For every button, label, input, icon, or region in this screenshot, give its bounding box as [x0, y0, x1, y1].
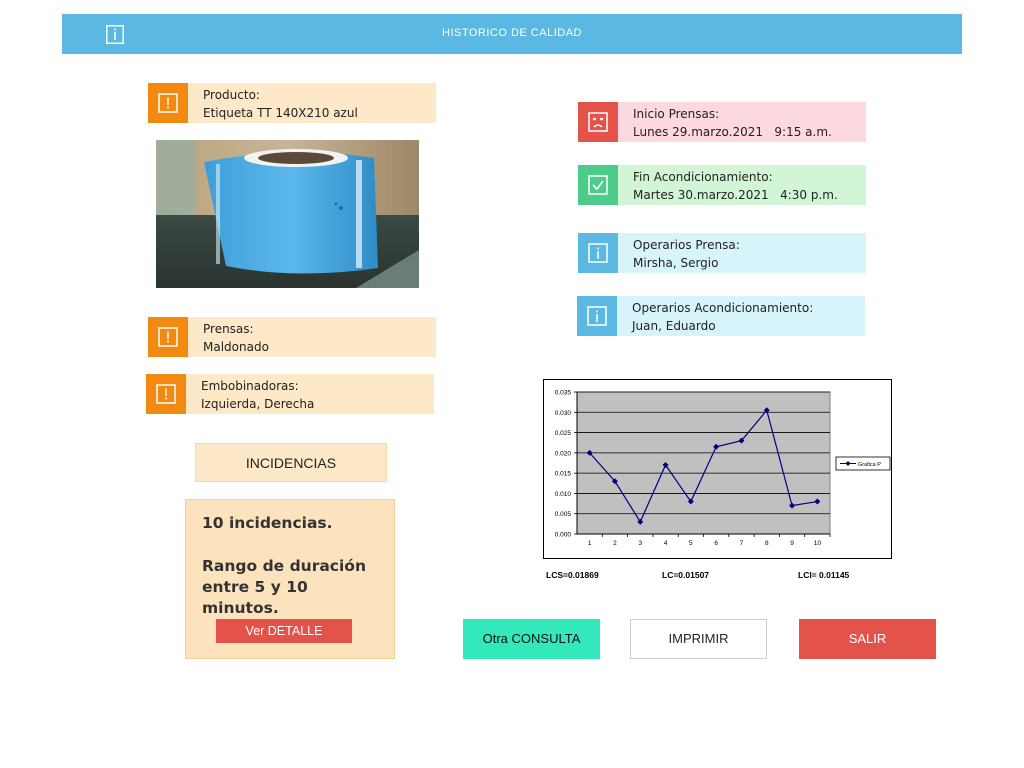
sad-face-icon: [578, 102, 618, 142]
salir-button[interactable]: SALIR: [799, 619, 936, 659]
info-icon: [578, 233, 618, 273]
incidencias-title: INCIDENCIAS: [195, 443, 387, 482]
incidencias-range: Rango de duración entre 5 y 10 minutos.: [202, 557, 366, 617]
quality-chart: 0.000 0.005 0.010 0.015 0.020 0.025 0.030 0.035…: [543, 379, 892, 559]
y-tick-label: 0.010: [555, 491, 572, 498]
y-tick-label: 0.015: [555, 471, 572, 478]
lcs-stat: LCS=0.01869: [546, 570, 599, 580]
operarios-acond-label: Operarios Acondicionamiento:: [632, 301, 814, 315]
info-icon: [577, 296, 617, 336]
header-bar: HISTORICO DE CALIDAD: [62, 14, 962, 54]
x-tick-label: 2: [613, 540, 617, 547]
operarios-prensa-label: Operarios Prensa:: [633, 238, 740, 252]
page-title: HISTORICO DE CALIDAD: [442, 27, 582, 39]
fin-acondicionamiento-card: Fin Acondicionamiento: Martes 30.marzo.2…: [578, 165, 866, 205]
producto-label: Producto:: [203, 88, 260, 102]
y-tick-label: 0.005: [555, 511, 572, 518]
incidencias-count: 10 incidencias.: [202, 514, 333, 532]
alert-icon: [148, 83, 188, 123]
operarios-prensa-value: Mirsha, Sergio: [633, 256, 719, 270]
x-tick-label: 7: [740, 540, 744, 547]
lc-stat: LC=0.01507: [662, 570, 710, 580]
alert-icon: [146, 374, 186, 414]
x-tick-label: 1: [588, 540, 592, 547]
x-tick-label: 8: [765, 540, 769, 547]
imprimir-button[interactable]: IMPRIMIR: [630, 619, 767, 659]
y-tick-label: 0.035: [555, 390, 572, 397]
fin-acond-value: Martes 30.marzo.2021 4:30 p.m.: [633, 188, 838, 202]
y-tick-label: 0.030: [555, 410, 572, 417]
chart-svg: 0.000 0.005 0.010 0.015 0.020 0.025 0.030 0.035…: [555, 390, 891, 547]
embobinadoras-value: Izquierda, Derecha: [201, 397, 315, 411]
embobinadoras-label: Embobinadoras:: [201, 379, 299, 393]
x-tick-label: 4: [664, 540, 668, 547]
operarios-acond-value: Juan, Eduardo: [632, 319, 716, 333]
x-tick-label: 3: [638, 540, 642, 547]
operarios-acond-card: Operarios Acondicionamiento: Juan, Eduar…: [577, 296, 865, 336]
producto-card: Producto: Etiqueta TT 140X210 azul: [148, 83, 436, 123]
lci-stat: LCI= 0.01145: [798, 570, 850, 580]
y-tick-label: 0.025: [555, 430, 572, 437]
inicio-prensas-card: Inicio Prensas: Lunes 29.marzo.2021 9:15…: [578, 102, 866, 142]
prensas-value: Maldonado: [203, 340, 269, 354]
inicio-prensas-value: Lunes 29.marzo.2021 9:15 a.m.: [633, 125, 832, 139]
prensas-card: Prensas: Maldonado: [148, 317, 436, 357]
x-tick-label: 10: [814, 540, 822, 547]
x-tick-label: 6: [714, 540, 718, 547]
embobinadoras-card: Embobinadoras: Izquierda, Derecha: [146, 374, 434, 414]
incidencias-panel: 10 incidencias. Rango de duración entre …: [185, 499, 395, 659]
x-tick-label: 5: [689, 540, 693, 547]
otra-consulta-button[interactable]: Otra CONSULTA: [463, 619, 600, 659]
check-icon: [578, 165, 618, 205]
alert-icon: [148, 317, 188, 357]
producto-value: Etiqueta TT 140X210 azul: [203, 106, 358, 120]
product-photo: [156, 140, 419, 288]
prensas-label: Prensas:: [203, 322, 254, 336]
fin-acond-label: Fin Acondicionamiento:: [633, 170, 773, 184]
plot-area: [576, 391, 831, 535]
legend-label: Grafica P: [858, 462, 881, 468]
y-tick-label: 0.000: [555, 532, 572, 539]
operarios-prensa-card: Operarios Prensa: Mirsha, Sergio: [578, 233, 866, 273]
inicio-prensas-label: Inicio Prensas:: [633, 107, 720, 121]
y-tick-label: 0.020: [555, 450, 572, 457]
ver-detalle-button[interactable]: Ver DETALLE: [216, 619, 352, 643]
x-tick-label: 9: [790, 540, 794, 547]
